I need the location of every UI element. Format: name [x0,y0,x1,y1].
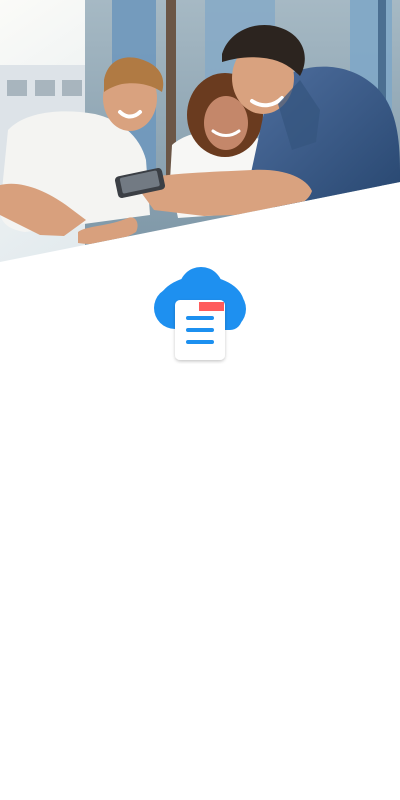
hero-photo [0,0,400,270]
splash-screen [0,0,400,800]
app-logo [144,266,258,364]
cloud-document-icon [154,267,246,360]
hero-photo-content [0,0,400,262]
building-window [62,80,82,96]
building-window [35,80,55,96]
building-window [7,80,27,96]
hero-photo-illustration [0,0,400,262]
document-shape [175,300,225,360]
